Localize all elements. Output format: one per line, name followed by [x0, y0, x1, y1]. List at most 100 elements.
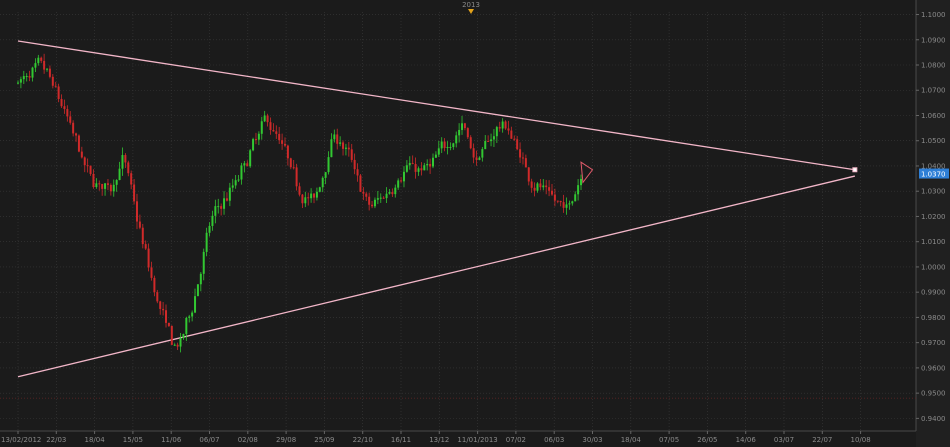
candle-body — [194, 296, 197, 313]
candle-body — [95, 183, 98, 188]
candle-body — [513, 138, 516, 140]
candle-body — [521, 157, 524, 159]
candle-body — [141, 227, 144, 245]
candle-body — [199, 273, 202, 285]
candle-body — [249, 150, 252, 167]
candle-body — [130, 173, 133, 185]
candle-body — [220, 206, 223, 209]
candle-body — [324, 172, 327, 178]
candle-body — [37, 57, 40, 64]
candle-body — [466, 128, 469, 138]
candle-body — [43, 60, 46, 70]
y-tick-label: 0.9700 — [921, 339, 946, 347]
candle-body — [565, 204, 568, 208]
candle-body — [559, 200, 562, 203]
candle-body — [359, 175, 362, 192]
y-tick-label: 1.0700 — [921, 87, 946, 95]
candle-body — [135, 201, 138, 222]
candle-body — [191, 312, 194, 317]
candle-body — [150, 267, 153, 278]
candle-body — [333, 134, 336, 140]
candle-body — [162, 308, 165, 311]
current-price-label: 1.0370 — [921, 171, 946, 179]
candle-body — [217, 206, 220, 208]
candle-body — [371, 204, 374, 207]
candle-body — [17, 82, 19, 84]
candle-body — [414, 163, 417, 172]
candle-body — [211, 215, 214, 226]
candle-body — [498, 127, 501, 129]
candle-body — [118, 168, 121, 181]
candle-body — [83, 157, 86, 166]
y-tick-label: 0.9500 — [921, 390, 946, 398]
x-tick-label: 07/02 — [506, 436, 526, 444]
candle-body — [89, 165, 92, 174]
candle-body — [443, 141, 446, 149]
candle-body — [144, 244, 147, 249]
candle-body — [478, 157, 481, 160]
candle-body — [321, 177, 324, 188]
candle-body — [275, 131, 278, 134]
x-tick-label: 13/12 — [429, 436, 449, 444]
candle-body — [310, 193, 313, 199]
candle-body — [446, 147, 449, 149]
x-tick-label: 10/08 — [851, 436, 871, 444]
candle-body — [278, 133, 281, 141]
chart-container: 2013 1.0370 1.1000 1.0900 1.0800 1.0700 1.060… — [0, 0, 950, 447]
candle-body — [292, 167, 295, 169]
y-tick-label: 0.9400 — [921, 415, 946, 423]
x-tick-label: 14/06 — [736, 436, 757, 444]
x-tick-label: 29/08 — [276, 436, 296, 444]
candle-body — [202, 251, 205, 274]
y-tick-label: 1.0100 — [921, 238, 946, 246]
candle-body — [516, 139, 519, 150]
candle-body — [72, 122, 75, 134]
candle-body — [347, 147, 350, 150]
candle-body — [101, 183, 104, 189]
x-tick-label: 30/03 — [582, 436, 602, 444]
candle-body — [115, 180, 118, 185]
candle-body — [60, 98, 63, 107]
candle-body — [455, 135, 458, 144]
candle-body — [426, 163, 429, 166]
x-tick-label: 15/05 — [123, 436, 143, 444]
candle-body — [440, 141, 443, 149]
candle-body — [484, 141, 487, 150]
y-tick-label: 1.0900 — [921, 36, 946, 44]
candle-body — [138, 221, 141, 228]
candle-body — [51, 76, 54, 86]
candle-body — [214, 206, 217, 216]
y-tick-label: 1.0800 — [921, 62, 946, 70]
trendline-handle[interactable] — [852, 167, 858, 173]
candle-body — [362, 191, 365, 194]
y-tick-label: 0.9800 — [921, 314, 946, 322]
candle-body — [507, 128, 510, 131]
candle-body — [530, 181, 533, 188]
candle-body — [185, 317, 188, 335]
x-tick-label: 03/07 — [774, 436, 794, 444]
candle-body — [542, 185, 545, 188]
candle-body — [263, 115, 266, 122]
candle-body — [28, 75, 31, 78]
price-chart[interactable]: 2013 1.0370 1.1000 1.0900 1.0800 1.0700 1.060… — [0, 0, 950, 447]
candle-body — [57, 86, 60, 99]
candle-body — [48, 68, 51, 77]
candle-body — [545, 185, 548, 188]
candle-body — [205, 232, 208, 252]
candle-body — [80, 151, 83, 158]
candle-body — [519, 149, 522, 158]
candle-body — [246, 163, 249, 167]
candle-body — [385, 193, 388, 199]
candle-body — [46, 68, 49, 70]
y-tick-label: 0.9600 — [921, 364, 946, 372]
candle-body — [228, 187, 231, 201]
candle-body — [571, 201, 574, 204]
candle-body — [432, 157, 435, 167]
candle-body — [533, 187, 536, 191]
candle-body — [223, 198, 226, 209]
candle-body — [92, 173, 95, 188]
candle-body — [252, 139, 255, 151]
candle-body — [452, 143, 455, 147]
candle-body — [475, 157, 478, 160]
candle-body — [336, 134, 339, 144]
